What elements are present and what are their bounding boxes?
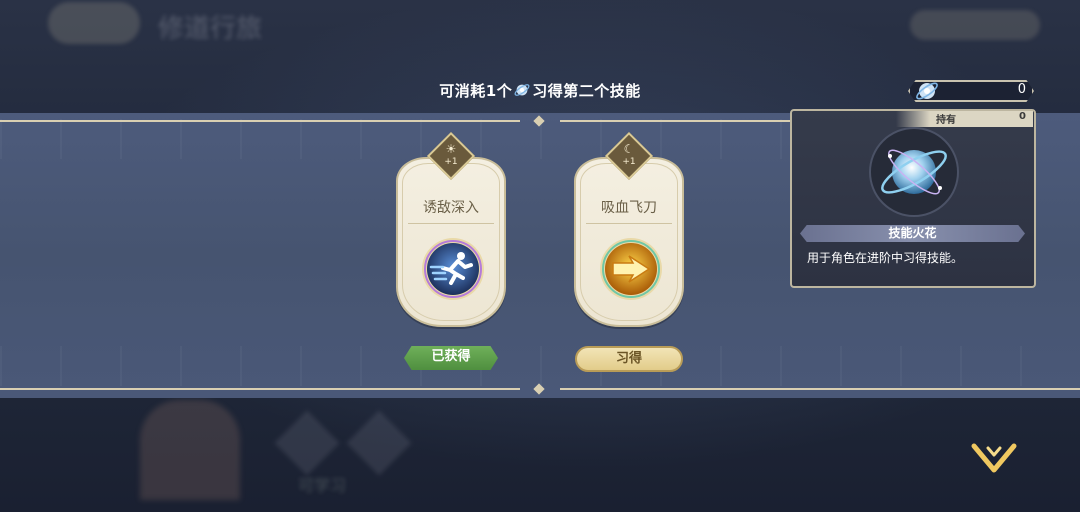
card-divider [408,223,494,224]
divider-bottom-right [560,388,1080,390]
learn-skill-button[interactable]: 习得 [575,346,683,372]
card-name: 吸血飞刀 [601,200,657,216]
background-back-button [48,2,140,44]
tooltip-hold-value: 0 [1019,111,1026,122]
divider-top-left [0,120,520,122]
card-badge-value: +1 [622,157,636,167]
band-ornament-bottom [0,346,1080,386]
card-divider [586,223,672,224]
sun-icon: ☀ [445,142,457,156]
tooltip-hold-label: 持有 [936,115,956,126]
chevron-down-icon[interactable] [970,440,1018,478]
skill-spark-orb-icon [869,127,959,217]
skill-spark-icon [514,84,530,96]
background-title: 修道行旅 [158,14,263,44]
skill-owned-badge: 已获得 [404,346,498,370]
running-figure-icon [422,238,484,300]
headline-text-before: 可消耗1个 [439,82,513,100]
card-name: 诱敌深入 [423,200,479,216]
card-badge-value: +1 [444,157,458,167]
background-caption: 可学习 [298,476,347,495]
arrow-dash-icon [600,238,662,300]
background-portrait [140,400,240,500]
tooltip-item-name: 技能火花 [888,226,937,240]
background-top-right-widget [910,10,1040,40]
spark-count: 0 [1017,82,1026,97]
divider-bottom-left [0,388,520,390]
skill-spark-icon [916,82,938,100]
moon-icon: ☾ [623,142,635,156]
headline-text-after: 习得第二个技能 [532,82,641,100]
skill-card-vampire-knife[interactable]: ☾ +1 吸血飞刀 [574,131,684,327]
tooltip-item-description: 用于角色在进阶中习得技能。 [807,251,964,265]
divider-top-right [560,120,790,122]
skill-card-lure[interactable]: ☀ +1 诱敌深入 [396,131,506,327]
